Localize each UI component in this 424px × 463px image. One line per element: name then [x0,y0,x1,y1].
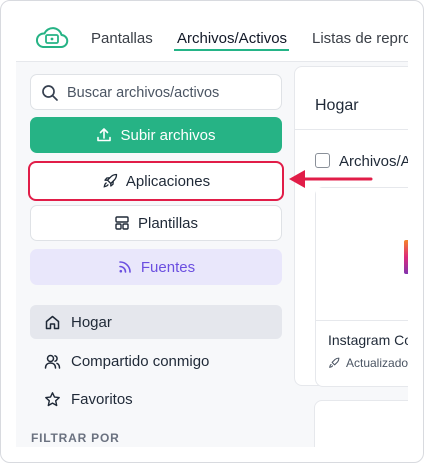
asset-updated-label: Actualizado [346,356,408,370]
users-icon [44,354,61,369]
layout-template-icon [115,216,129,230]
sidebar: Subir archivos Aplicaciones Plantillas [16,62,294,447]
page-title: Hogar [315,97,359,114]
asset-card[interactable]: Instagram Co Actualizado [315,187,408,387]
apps-button[interactable]: Aplicaciones [28,161,284,201]
rss-icon [119,261,131,273]
feeds-button[interactable]: Fuentes [30,249,282,285]
feeds-label: Fuentes [140,258,196,276]
cloud-screen-logo-icon[interactable] [34,25,70,51]
asset-thumbnail [316,188,408,320]
star-icon [45,391,60,406]
sidebar-item-home[interactable]: Hogar [30,305,282,339]
search-icon [42,85,58,101]
search-box[interactable] [30,74,282,110]
rocket-icon [329,357,340,368]
sidebar-item-label: Favoritos [71,390,133,408]
tab-archivos-activos[interactable]: Archivos/Activos [177,30,287,47]
upload-icon [97,128,112,142]
main-content: Hogar Archivos/A Instagram Co Actualizad… [294,62,408,447]
home-icon [45,315,60,329]
tab-listas-de-reproduccion[interactable]: Listas de repro [312,30,408,47]
asset-meta: Actualizado [328,356,408,370]
active-tab-indicator [174,49,289,51]
sidebar-item-label: Compartido conmigo [71,352,210,370]
app-window: Pantallas Archivos/Activos Listas de rep… [0,0,424,463]
templates-button[interactable]: Plantillas [30,205,282,241]
upload-files-label: Subir archivos [120,126,216,144]
instagram-icon [404,240,408,274]
upload-files-button[interactable]: Subir archivos [30,117,282,153]
filter-by-heading: FILTRAR POR [31,431,120,445]
rocket-icon [103,173,118,188]
sidebar-item-label: Hogar [71,313,112,331]
sidebar-item-shared-with-me[interactable]: Compartido conmigo [30,344,282,378]
sidebar-item-favorites[interactable]: Favoritos [30,382,282,416]
divider [316,320,408,321]
secondary-panel [314,400,408,447]
tab-pantallas[interactable]: Pantallas [91,30,153,47]
files-panel: Hogar Archivos/A Instagram Co Actualizad… [294,66,408,387]
templates-label: Plantillas [137,214,199,232]
asset-title: Instagram Co [328,332,408,348]
divider [295,129,408,130]
search-input[interactable] [67,83,277,103]
top-navigation: Pantallas Archivos/Activos Listas de rep… [16,16,408,62]
annotation-arrow-icon [289,170,373,188]
apps-label: Aplicaciones [125,172,211,190]
